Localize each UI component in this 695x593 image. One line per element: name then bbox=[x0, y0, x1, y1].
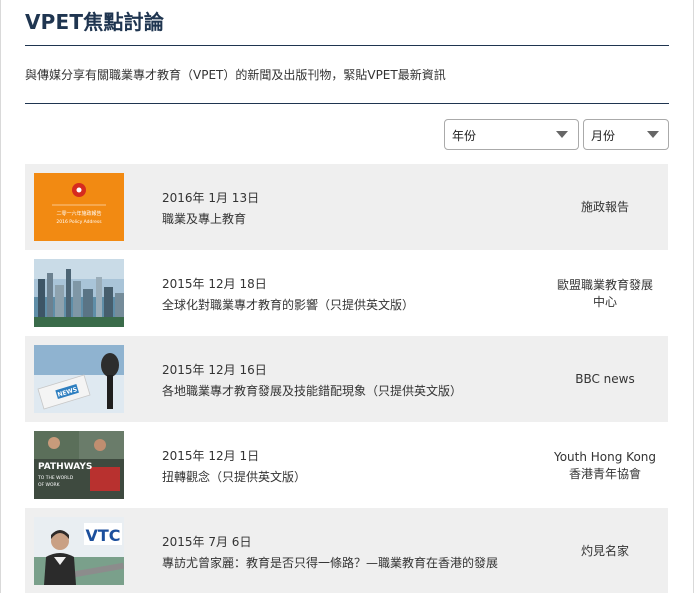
article-source: Youth Hong Kong 香港青年協會 bbox=[545, 449, 665, 483]
policy-address-thumbnail[interactable]: 二零一六年施政報告 2016 Policy Address bbox=[34, 173, 124, 241]
title-divider bbox=[25, 45, 669, 46]
pathways-cover-icon: PATHWAYS TO THE WORLD OF WORK bbox=[34, 431, 124, 499]
article-source: 歐盟職業教育發展 中心 bbox=[545, 277, 665, 311]
cover-title-zh: 二零一六年施政報告 bbox=[56, 210, 101, 217]
article-row: 2015年 12月 18日 全球化對職業專才教育的影響（只提供英文版） 歐盟職業… bbox=[25, 250, 668, 336]
article-title-link[interactable]: 全球化對職業專才教育的影響（只提供英文版） bbox=[162, 296, 414, 313]
interview-thumbnail[interactable]: VTC bbox=[34, 517, 124, 585]
pathways-subtitle-2: OF WORK bbox=[38, 482, 61, 488]
article-row: PATHWAYS TO THE WORLD OF WORK 2015年 12月 … bbox=[25, 422, 668, 508]
article-row: VTC 2015年 7月 6日 專訪尤曾家麗：教育是否只得一條路？—職業教育在香… bbox=[25, 508, 668, 593]
vtc-sign-text: VTC bbox=[85, 526, 120, 545]
source-line: 施政報告 bbox=[580, 200, 629, 214]
chevron-down-icon bbox=[556, 131, 568, 138]
article-row: 二零一六年施政報告 2016 Policy Address 2016年 1月 1… bbox=[25, 164, 668, 250]
article-source: 灼見名家 bbox=[545, 543, 665, 560]
source-line: 中心 bbox=[592, 295, 617, 309]
intro-divider bbox=[25, 103, 669, 104]
interview-photo-icon: VTC bbox=[34, 517, 124, 585]
year-select-label: 年份 bbox=[452, 129, 477, 143]
article-date: 2015年 12月 18日 bbox=[162, 277, 267, 291]
intro-text: 與傳媒分享有關職業專才教育（VPET）的新聞及出版刊物，緊貼VPET最新資訊 bbox=[25, 68, 446, 82]
source-line: 香港青年協會 bbox=[568, 467, 641, 481]
chevron-down-icon bbox=[647, 131, 659, 138]
article-date: 2016年 1月 13日 bbox=[162, 191, 260, 205]
month-select-label: 月份 bbox=[591, 129, 616, 143]
news-thumbnail[interactable]: NEWS bbox=[34, 345, 124, 413]
article-list: 二零一六年施政報告 2016 Policy Address 2016年 1月 1… bbox=[25, 164, 668, 593]
frame-border-right bbox=[693, 0, 694, 593]
article-source: 施政報告 bbox=[545, 199, 665, 216]
source-line: BBC news bbox=[575, 372, 635, 386]
month-select[interactable]: 月份 bbox=[583, 119, 669, 150]
pathways-thumbnail[interactable]: PATHWAYS TO THE WORLD OF WORK bbox=[34, 431, 124, 499]
skyline-thumbnail[interactable] bbox=[34, 259, 124, 327]
cover-title-en: 2016 Policy Address bbox=[56, 219, 102, 225]
page-title: VPET焦點討論 bbox=[25, 10, 165, 34]
frame-border-left bbox=[0, 0, 1, 593]
news-microphone-photo-icon: NEWS bbox=[34, 345, 124, 413]
source-line: 歐盟職業教育發展 bbox=[556, 278, 653, 292]
year-select[interactable]: 年份 bbox=[444, 119, 579, 150]
article-date: 2015年 12月 16日 bbox=[162, 363, 267, 377]
article-title-link[interactable]: 職業及專上教育 bbox=[162, 210, 246, 227]
city-skyline-photo-icon bbox=[34, 259, 124, 327]
source-line: Youth Hong Kong bbox=[553, 450, 657, 464]
pathways-subtitle-1: TO THE WORLD bbox=[37, 475, 74, 481]
policy-address-cover-icon: 二零一六年施政報告 2016 Policy Address bbox=[34, 173, 124, 241]
source-line: 灼見名家 bbox=[580, 544, 629, 558]
article-title-link[interactable]: 專訪尤曾家麗：教育是否只得一條路？—職業教育在香港的發展 bbox=[162, 554, 498, 571]
article-title-link[interactable]: 扭轉觀念（只提供英文版） bbox=[162, 468, 306, 485]
article-title-link[interactable]: 各地職業專才教育發展及技能錯配現象（只提供英文版） bbox=[162, 382, 462, 399]
article-source: BBC news bbox=[545, 371, 665, 388]
pathways-title: PATHWAYS bbox=[38, 462, 92, 472]
article-date: 2015年 12月 1日 bbox=[162, 449, 260, 463]
article-date: 2015年 7月 6日 bbox=[162, 535, 252, 549]
article-row: NEWS 2015年 12月 16日 各地職業專才教育發展及技能錯配現象（只提供… bbox=[25, 336, 668, 422]
